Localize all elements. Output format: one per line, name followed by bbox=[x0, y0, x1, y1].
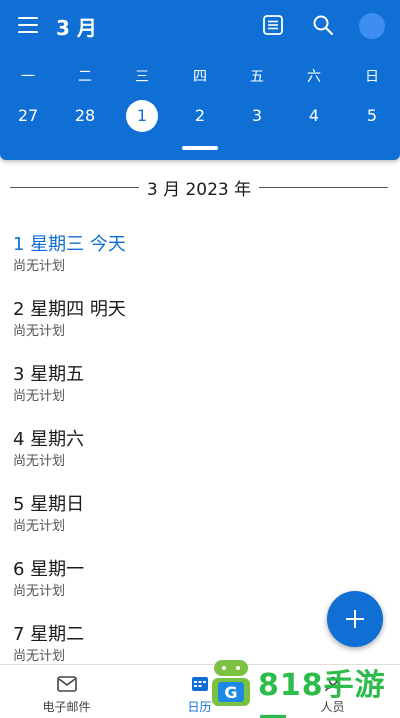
weekday-label: 三 bbox=[135, 69, 149, 85]
day-title: 3 星期五 bbox=[13, 364, 85, 385]
weekday-label: 四 bbox=[193, 69, 207, 85]
date-cell[interactable]: 28 bbox=[69, 100, 101, 132]
date-cell[interactable]: 3 bbox=[241, 100, 273, 132]
top-app-bar: 3 月 bbox=[0, 0, 400, 52]
day-status: 尚无计划 bbox=[13, 519, 66, 534]
mail-icon bbox=[57, 676, 77, 692]
weekday-label: 日 bbox=[365, 69, 379, 85]
agenda-day-item[interactable]: 1 星期三 今天 尚无计划 bbox=[13, 232, 383, 282]
agenda-day-item[interactable]: 2 星期四 明天 尚无计划 bbox=[13, 297, 383, 347]
watermark-text: 818手游网 bbox=[258, 668, 386, 718]
day-status: 尚无计划 bbox=[13, 389, 66, 404]
weekday-label: 六 bbox=[307, 69, 321, 85]
weekday-row: 一 二 三 四 五 六 日 bbox=[0, 66, 400, 86]
weekday-label: 五 bbox=[250, 69, 264, 85]
nav-mail-label: 电子邮件 bbox=[42, 700, 91, 714]
weekday-label: 一 bbox=[21, 69, 35, 85]
site-watermark: G 818手游网 bbox=[208, 656, 398, 718]
weekday-label: 二 bbox=[78, 69, 92, 85]
agenda-day-item[interactable]: 3 星期五 尚无计划 bbox=[13, 362, 383, 412]
day-title: 6 星期一 bbox=[13, 559, 85, 580]
menu-icon[interactable] bbox=[18, 16, 40, 34]
svg-text:G: G bbox=[224, 683, 237, 702]
search-icon[interactable] bbox=[312, 14, 334, 36]
day-title: 2 星期四 明天 bbox=[13, 299, 126, 320]
month-year-label: 3 月 2023 年 bbox=[138, 180, 260, 200]
avatar[interactable] bbox=[359, 13, 385, 39]
add-event-button[interactable] bbox=[327, 591, 383, 647]
day-status: 尚无计划 bbox=[13, 584, 66, 599]
month-separator: 3 月 2023 年 bbox=[10, 175, 388, 200]
date-cell-selected[interactable]: 1 bbox=[126, 100, 158, 132]
day-status: 尚无计划 bbox=[13, 259, 66, 274]
day-title: 1 星期三 今天 bbox=[13, 234, 126, 255]
expand-handle[interactable] bbox=[182, 146, 218, 150]
day-status: 尚无计划 bbox=[13, 324, 66, 339]
date-cell[interactable]: 5 bbox=[356, 100, 388, 132]
android-robot-icon: G bbox=[212, 660, 250, 706]
date-cell[interactable]: 2 bbox=[184, 100, 216, 132]
month-title[interactable]: 3 月 bbox=[56, 12, 97, 41]
day-title: 5 星期日 bbox=[13, 494, 85, 515]
agenda-day-item[interactable]: 4 星期六 尚无计划 bbox=[13, 427, 383, 477]
agenda-view-icon[interactable] bbox=[262, 14, 284, 36]
day-status: 尚无计划 bbox=[13, 454, 66, 469]
agenda-day-item[interactable]: 6 星期一 尚无计划 bbox=[13, 557, 383, 607]
week-strip: 27 28 1 2 3 4 5 bbox=[0, 100, 400, 132]
calendar-header: 3 月 一 二 三 四 五 六 日 27 28 1 2 3 4 5 bbox=[0, 0, 400, 160]
date-cell[interactable]: 27 bbox=[12, 100, 44, 132]
date-cell[interactable]: 4 bbox=[298, 100, 330, 132]
nav-mail[interactable]: 电子邮件 bbox=[0, 665, 133, 718]
calendar-icon bbox=[192, 677, 208, 691]
day-title: 4 星期六 bbox=[13, 429, 85, 450]
agenda-day-item[interactable]: 5 星期日 尚无计划 bbox=[13, 492, 383, 542]
